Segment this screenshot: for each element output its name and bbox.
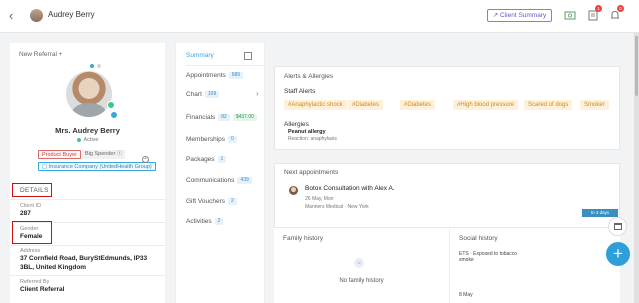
tab-gift-vouchers[interactable]: Gift Vouchers 2 [186, 197, 237, 207]
family-history-title: Family history [283, 235, 324, 242]
tag-insurance[interactable]: ▢ Insurance Company (UnitedHealth Group) [38, 162, 156, 171]
dot[interactable] [97, 64, 101, 68]
social-entry-date: 8 May [459, 292, 473, 298]
tab-chart[interactable]: Chart 109 [186, 90, 220, 100]
tab-communications[interactable]: Communications 439 [186, 176, 252, 186]
staff-alerts-label: Staff Alerts [284, 88, 316, 95]
alert-chip: #Diabetes [348, 100, 384, 110]
family-icon: ☺ [354, 258, 364, 268]
appointment-date: 26 May, Mon [305, 196, 334, 202]
inbox-icon[interactable]: 1 [587, 5, 602, 21]
avatar-edit-badge[interactable] [110, 111, 118, 119]
social-history-card: Social history ETS · Exposed to tobacco … [449, 227, 620, 303]
grid-icon[interactable] [244, 52, 252, 60]
add-button[interactable]: + [606, 242, 630, 266]
section-nav: Summary Appointments 689 Chart 109 › Finan… [175, 43, 265, 303]
dot-active[interactable] [90, 64, 94, 68]
referred-by-value: Client Referral [20, 286, 65, 293]
alert-chip: #High blood pressure [453, 100, 519, 110]
tab-activities[interactable]: Activities 2 [186, 217, 224, 227]
client-id-value: 287 [20, 210, 31, 217]
appointment-location: Manners Medical · New York [305, 204, 369, 210]
inbox-badge: 1 [595, 5, 602, 12]
header-client-name: Audrey Berry [48, 10, 95, 19]
plus-icon: + [613, 244, 623, 263]
tab-packages[interactable]: Packages 1 [186, 155, 227, 165]
allergy-name: Peanut allergy [288, 129, 326, 135]
tab-memberships[interactable]: Memberships 0 [186, 135, 237, 145]
client-status: Active [10, 137, 165, 143]
divider [10, 199, 165, 200]
tag-big-spender[interactable]: Big Spender ⓘ [82, 150, 126, 159]
new-referral-button[interactable]: New Referral + [19, 51, 63, 58]
client-full-name: Mrs. Audrey Berry [55, 126, 120, 135]
next-appointments-title: Next appointments [284, 169, 339, 176]
alerts-title: Alerts & Allergies [284, 73, 334, 80]
chevron-right-icon[interactable]: › [256, 89, 259, 98]
client-summary-button[interactable]: ↗ Client Summary [487, 9, 552, 22]
days-until-badge: In 3 days [582, 209, 618, 217]
online-status-dot [107, 101, 115, 109]
summary-content: Alerts & Allergies Staff Alerts #Anaphyl… [265, 43, 630, 303]
add-tag-icon[interactable]: + [142, 156, 149, 163]
tab-appointments[interactable]: Appointments 689 [186, 71, 244, 81]
allergies-label: Allergies [284, 121, 309, 128]
alert-chip: Smoker [580, 100, 609, 110]
details-heading: DETAILS [20, 187, 49, 194]
profile-panel: New Referral + Mrs. Audrey Berry Active … [10, 43, 165, 303]
divider [10, 245, 165, 246]
bell-badge: 0 [617, 5, 624, 12]
social-history-title: Social history [459, 235, 498, 242]
address-value: 37 Cornfield Road, BuryStEdmunds, IP33 3… [20, 255, 148, 271]
divider [10, 275, 165, 276]
appointment-title[interactable]: Botox Consultation with Alex A. [305, 185, 395, 192]
client-summary-label: Client Summary [500, 12, 547, 19]
avatar [30, 9, 43, 22]
allergy-reaction: Reaction: anaphylaxis [288, 136, 337, 142]
calendar-button[interactable] [608, 217, 627, 236]
tag-product-buyer[interactable]: Product Buyer [38, 150, 81, 159]
top-bar: ‹ Audrey Berry ↗ Client Summary 1 0 [0, 0, 639, 33]
tab-summary[interactable]: Summary [186, 51, 214, 61]
gender-value: Female [20, 233, 43, 240]
calendar-icon [614, 223, 622, 230]
family-history-card: Family history ☺ No family history [274, 227, 449, 303]
client-avatar [66, 71, 112, 117]
scrollbar-thumb[interactable] [635, 36, 638, 96]
tab-financials[interactable]: Financials 82 $437.00 [186, 113, 257, 123]
divider [186, 65, 264, 66]
money-icon[interactable] [564, 8, 576, 20]
alert-chip: Scared of dogs [524, 100, 573, 110]
no-family-history: No family history [339, 278, 384, 284]
bell-icon[interactable]: 0 [609, 5, 624, 20]
social-entry: ETS · Exposed to tobacco smoke [459, 251, 518, 263]
chevron-left-icon[interactable]: ‹ [9, 9, 21, 23]
staff-avatar [289, 186, 298, 195]
alert-chip: #Diabetes [400, 100, 436, 110]
alert-chip: #Anaphylactic shock [284, 100, 347, 110]
